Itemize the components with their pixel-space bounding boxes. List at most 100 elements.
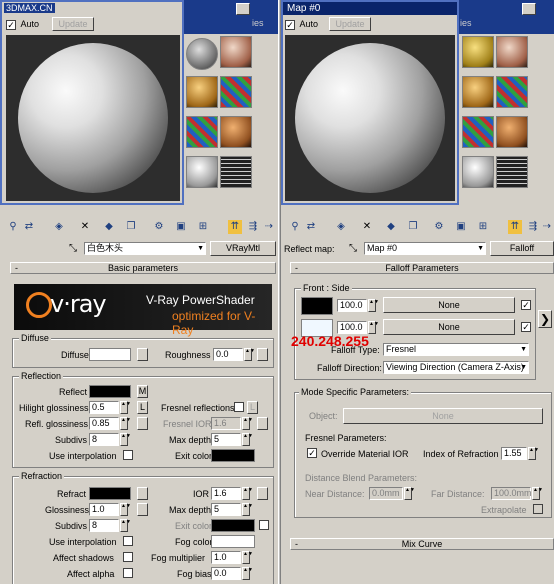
fresnel-lock-button[interactable]: L [247,401,258,414]
auto-checkbox-row[interactable]: ✓ Auto [6,19,39,30]
put-to-scene-icon[interactable]: ⇄ [22,220,36,234]
side-amount-spinner[interactable]: ▲▼ [368,321,379,334]
mix-curve-header[interactable]: - Mix Curve [290,538,554,550]
material-slot[interactable] [462,116,494,148]
auto-checkbox[interactable]: ✓ [6,19,16,30]
chevron-down-icon[interactable]: ▼ [477,243,484,254]
extrapolate-checkbox[interactable] [533,504,543,514]
assign-material-icon[interactable]: ◈ [334,220,348,234]
pick-material-icon[interactable]: ⤡ [346,242,360,256]
basic-params-header[interactable]: - Basic parameters [10,262,276,274]
near-distance-spinner[interactable]: ▲▼ [404,487,415,500]
ior-field[interactable]: 1.6 [211,487,241,500]
navigator-icon[interactable]: ⇢ [262,220,276,234]
far-distance-spinner[interactable]: ▲▼ [532,487,543,500]
falloff-direction-select[interactable]: Viewing Direction (Camera Z-Axis) ▼ [383,361,529,374]
glossiness-field[interactable]: 1.0 [89,503,119,516]
fog-bias-field[interactable]: 0.0 [211,567,241,580]
refr-exit-color-checkbox[interactable] [259,520,269,530]
fresnel-ior-field[interactable]: 1.6 [211,417,241,430]
refract-map-button[interactable] [137,487,148,500]
material-slot[interactable] [220,36,252,68]
object-pick-button[interactable]: None [343,408,543,424]
put-to-scene-icon[interactable]: ⇄ [304,220,318,234]
chevron-down-icon[interactable]: ▼ [197,243,204,254]
refl-use-interp-checkbox[interactable] [123,450,133,460]
navigator-icon[interactable]: ⇢ [540,220,554,234]
material-slot[interactable] [186,38,218,70]
material-slot[interactable] [186,156,218,188]
refr-use-interp-checkbox[interactable] [123,536,133,546]
right-update-button[interactable]: Update [329,17,371,31]
reflect-map-button[interactable]: M [137,385,148,398]
right-tab-button[interactable] [522,3,536,15]
effects-channel-icon[interactable]: ⚙ [432,220,446,234]
material-slot[interactable] [496,76,528,108]
material-name-field[interactable]: 白色木头 ▼ [84,242,206,255]
update-button[interactable]: Update [52,17,94,31]
right-auto-checkbox-row[interactable]: ✓ Auto [285,19,318,30]
show-map-icon[interactable]: ▣ [454,220,468,234]
roughness-spinner[interactable]: ▲▼ [244,348,255,361]
delete-icon[interactable]: ✕ [360,220,374,234]
material-slot[interactable] [462,76,494,108]
go-sibling-icon[interactable]: ⇶ [526,220,540,234]
map-name-field[interactable]: Map #0 ▼ [364,242,486,255]
material-slot[interactable] [220,156,252,188]
front-map-checkbox[interactable]: ✓ [521,300,531,310]
show-map-icon[interactable]: ▣ [174,220,188,234]
index-of-refraction-spinner[interactable]: ▲▼ [528,447,539,460]
refl-max-depth-field[interactable]: 5 [211,433,241,446]
effects-channel-icon[interactable]: ⚙ [152,220,166,234]
copy-icon[interactable]: ❐ [406,220,420,234]
hilight-glossiness-field[interactable]: 0.5 [89,401,119,414]
get-material-icon[interactable]: ⚲ [6,220,20,234]
show-end-result-icon[interactable]: ⊞ [196,220,210,234]
left-tab-button[interactable] [236,3,250,15]
chevron-down-icon[interactable]: ▼ [520,362,527,373]
reflect-color-swatch[interactable] [89,385,131,398]
fresnel-reflections-checkbox[interactable] [234,402,244,412]
material-slot[interactable] [220,76,252,108]
refr-max-depth-spinner[interactable]: ▲▼ [242,503,253,516]
copy-icon[interactable]: ❐ [124,220,138,234]
refl-glossiness-map-button[interactable] [137,417,148,430]
hilight-glossiness-spinner[interactable]: ▲▼ [120,401,131,414]
material-slot[interactable] [462,36,494,68]
side-map-checkbox[interactable]: ✓ [521,322,531,332]
refr-subdivs-spinner[interactable]: ▲▼ [120,519,131,532]
refl-max-depth-spinner[interactable]: ▲▼ [242,433,253,446]
make-unique-icon[interactable]: ◆ [384,220,398,234]
refr-subdivs-field[interactable]: 8 [89,519,119,532]
front-amount-spinner[interactable]: ▲▼ [368,299,379,312]
override-ior-checkbox[interactable]: ✓ [307,448,317,458]
material-slot[interactable] [496,36,528,68]
falloff-type-select[interactable]: Fresnel ▼ [383,343,529,356]
hilight-lock-button[interactable]: L [137,401,148,414]
fresnel-ior-spinner[interactable]: ▲▼ [242,417,253,430]
near-distance-field[interactable]: 0.0mm [369,487,403,500]
affect-shadows-checkbox[interactable] [123,552,133,562]
far-distance-field[interactable]: 100.0mm [491,487,532,500]
refl-subdivs-spinner[interactable]: ▲▼ [120,433,131,446]
go-sibling-icon[interactable]: ⇶ [246,220,260,234]
fog-bias-spinner[interactable]: ▲▼ [242,567,253,580]
get-material-icon[interactable]: ⚲ [288,220,302,234]
go-parent-icon[interactable]: ⇈ [228,220,242,234]
glossiness-map-button[interactable] [137,503,148,516]
side-map-button[interactable]: None [383,319,515,335]
front-map-button[interactable]: None [383,297,515,313]
map-type-button[interactable]: Falloff [490,241,554,256]
fog-multiplier-field[interactable]: 1.0 [211,551,241,564]
refl-glossiness-field[interactable]: 0.85 [89,417,119,430]
material-type-button[interactable]: VRayMtl [210,241,276,256]
pick-material-icon[interactable]: ⤡ [66,242,80,256]
fog-color-swatch[interactable] [211,535,255,548]
refl-exit-color-swatch[interactable] [211,449,255,462]
refract-color-swatch[interactable] [89,487,131,500]
refr-max-depth-field[interactable]: 5 [211,503,241,516]
right-auto-checkbox[interactable]: ✓ [285,19,295,30]
material-slot[interactable] [220,116,252,148]
glossiness-spinner[interactable]: ▲▼ [120,503,131,516]
ior-map-button[interactable] [257,487,268,500]
